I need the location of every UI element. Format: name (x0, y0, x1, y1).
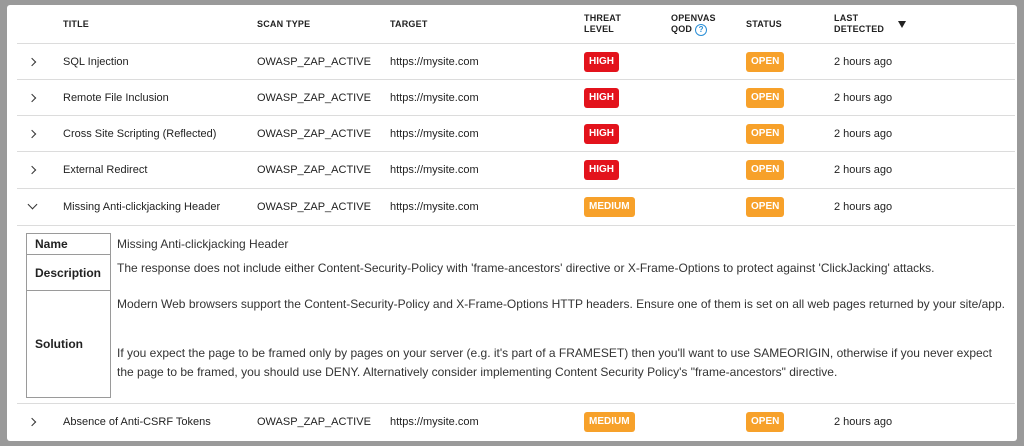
col-last-detected[interactable]: LAST DETECTED (834, 5, 934, 43)
detail-solution-p1: Modern Web browsers support the Content-… (117, 297, 1005, 311)
table-row[interactable]: SQL Injection OWASP_ZAP_ACTIVE https://m… (17, 43, 1015, 79)
finding-last-detected: 2 hours ago (834, 127, 893, 140)
finding-scan-type: OWASP_ZAP_ACTIVE (257, 163, 371, 176)
finding-title: Cross Site Scripting (Reflected) (63, 127, 217, 140)
threat-badge: HIGH (584, 87, 619, 108)
threat-badge: HIGH (584, 159, 619, 180)
expand-row-button[interactable] (27, 44, 49, 79)
finding-target: https://mysite.com (390, 127, 479, 140)
detail-name-value: Missing Anti-clickjacking Header (117, 237, 289, 251)
finding-scan-type: OWASP_ZAP_ACTIVE (257, 200, 371, 213)
status-badge: OPEN (746, 51, 785, 72)
expand-row-button[interactable] (27, 404, 49, 439)
table-row[interactable]: Remote File Inclusion OWASP_ZAP_ACTIVE h… (17, 79, 1015, 115)
finding-last-detected: 2 hours ago (834, 415, 893, 428)
chevron-right-icon (27, 165, 37, 174)
expand-row-button[interactable] (27, 116, 49, 151)
finding-target: https://mysite.com (390, 55, 479, 68)
threat-badge: MEDIUM (584, 196, 635, 217)
col-status[interactable]: STATUS (746, 5, 826, 43)
finding-target: https://mysite.com (390, 415, 479, 428)
detail-description-label: Description (27, 255, 110, 291)
col-target[interactable]: TARGET (390, 5, 575, 43)
finding-target: https://mysite.com (390, 91, 479, 104)
detail-labels: Name Description Solution (26, 233, 111, 398)
status-badge: OPEN (746, 123, 785, 144)
threat-badge: HIGH (584, 51, 619, 72)
detail-solution-label: Solution (35, 337, 83, 351)
chevron-right-icon (27, 93, 37, 102)
collapse-row-button[interactable] (27, 189, 49, 224)
finding-title: Absence of Anti-CSRF Tokens (63, 415, 211, 428)
finding-title: Missing Anti-clickjacking Header (63, 200, 221, 213)
col-scan-type[interactable]: SCAN TYPE (257, 5, 387, 43)
finding-scan-type: OWASP_ZAP_ACTIVE (257, 127, 371, 140)
threat-badge: MEDIUM (584, 411, 635, 432)
help-icon[interactable]: ? (695, 23, 708, 36)
finding-last-detected: 2 hours ago (834, 55, 893, 68)
finding-title: External Redirect (63, 163, 148, 176)
expand-row-button[interactable] (27, 80, 49, 115)
expand-row-button[interactable] (27, 152, 49, 187)
chevron-right-icon (27, 57, 37, 66)
finding-scan-type: OWASP_ZAP_ACTIVE (257, 55, 371, 68)
status-badge: OPEN (746, 159, 785, 180)
finding-last-detected: 2 hours ago (834, 163, 893, 176)
col-threat-level[interactable]: THREAT LEVEL (584, 5, 664, 43)
finding-last-detected: 2 hours ago (834, 91, 893, 104)
threat-badge: HIGH (584, 123, 619, 144)
table-header: TITLE SCAN TYPE TARGET THREAT LEVEL OPEN… (17, 5, 1015, 43)
detail-solution-p2: If you expect the page to be framed only… (117, 346, 992, 379)
detail-name-label: Name (27, 234, 110, 255)
col-title[interactable]: TITLE (63, 5, 253, 43)
findings-panel: TITLE SCAN TYPE TARGET THREAT LEVEL OPEN… (7, 5, 1017, 441)
finding-title: Remote File Inclusion (63, 91, 169, 104)
table-row[interactable]: Cross Site Scripting (Reflected) OWASP_Z… (17, 115, 1015, 151)
status-badge: OPEN (746, 196, 785, 217)
finding-target: https://mysite.com (390, 200, 479, 213)
finding-title: SQL Injection (63, 55, 129, 68)
col-openvas-qod[interactable]: OPENVAS QOD ? (671, 5, 741, 43)
status-badge: OPEN (746, 411, 785, 432)
table-row-expanded[interactable]: Missing Anti-clickjacking Header OWASP_Z… (17, 188, 1015, 224)
status-badge: OPEN (746, 87, 785, 108)
detail-description-value: The response does not include either Con… (117, 261, 935, 275)
finding-scan-type: OWASP_ZAP_ACTIVE (257, 415, 371, 428)
chevron-right-icon (27, 129, 37, 138)
table-row[interactable]: Absence of Anti-CSRF Tokens OWASP_ZAP_AC… (17, 403, 1015, 439)
chevron-down-icon (27, 199, 38, 210)
finding-last-detected: 2 hours ago (834, 200, 893, 213)
sort-desc-icon[interactable] (898, 5, 918, 43)
finding-detail-panel: Name Description Solution Missing Anti-c… (17, 225, 1015, 407)
table-row[interactable]: External Redirect OWASP_ZAP_ACTIVE https… (17, 151, 1015, 187)
chevron-right-icon (27, 417, 37, 426)
finding-target: https://mysite.com (390, 163, 479, 176)
finding-scan-type: OWASP_ZAP_ACTIVE (257, 91, 371, 104)
